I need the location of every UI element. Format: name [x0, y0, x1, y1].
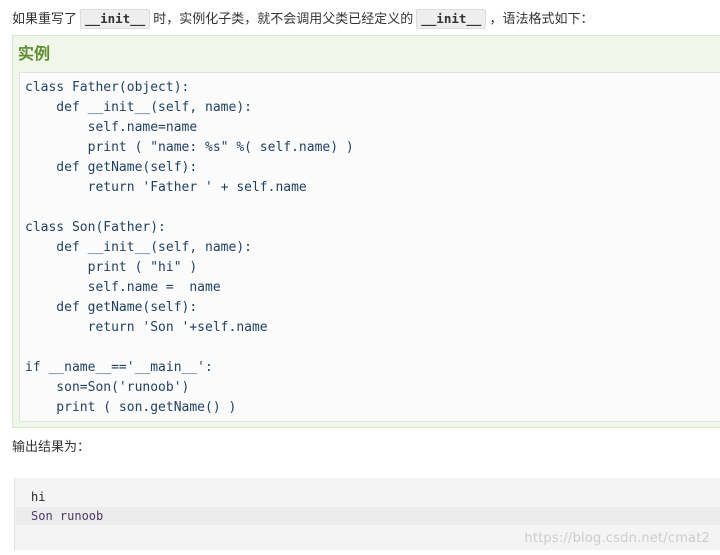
init-keyword-1: __init__ [80, 9, 151, 29]
intro-paragraph: 如果重写了 __init__ 时，实例化子类，就不会调用父类已经定义的 __init_… [12, 9, 593, 31]
intro-middle: 时，实例化子类，就不会调用父类已经定义的 [153, 12, 414, 27]
code-line: self.name = name [25, 280, 221, 295]
code-line: def getName(self): [25, 160, 198, 175]
code-line: print ( son.getName() ) [25, 400, 237, 415]
code-block[interactable]: class Father(object): def __init__(self,… [19, 72, 720, 422]
example-box: 实例 class Father(object): def __init__(se… [12, 35, 720, 428]
code-line: print ( "hi" ) [25, 260, 198, 275]
code-line: son=Son('runoob') [25, 380, 190, 395]
output-label: 输出结果为： [12, 440, 91, 455]
code-text: class Father(object): def __init__(self,… [25, 78, 354, 418]
code-line: if __name__=='__main__': [25, 360, 213, 375]
intro-suffix: ，语法格式如下： [489, 12, 594, 27]
code-line: def __init__(self, name): [25, 100, 252, 115]
code-line: def __init__(self, name): [25, 240, 252, 255]
code-line: return 'Father ' + self.name [25, 180, 307, 195]
code-line: class Son(Father): [25, 220, 166, 235]
example-title: 实例 [18, 44, 51, 63]
code-line: class Father(object): [25, 80, 190, 95]
code-line: print ( "name: %s" %( self.name) ) [25, 140, 354, 155]
code-line: self.name=name [25, 120, 198, 135]
output-line: Son runoob [16, 507, 720, 525]
code-line: def getName(self): [25, 300, 198, 315]
code-line: return 'Son '+self.name [25, 320, 268, 335]
output-line: hi [31, 490, 46, 504]
watermark: https://blog.csdn.net/cmat2 [524, 531, 710, 546]
intro-prefix: 如果重写了 [12, 12, 78, 27]
init-keyword-2: __init__ [416, 9, 487, 29]
